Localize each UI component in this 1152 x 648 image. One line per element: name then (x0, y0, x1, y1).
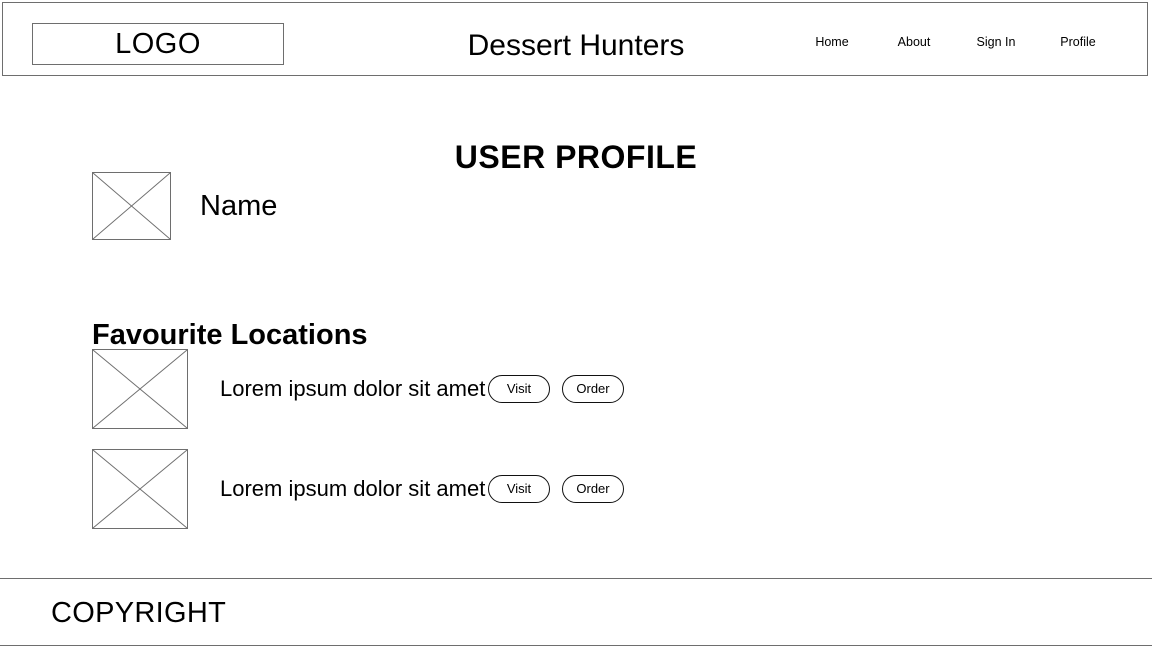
primary-navigation: Home About Sign In Profile (791, 36, 1119, 49)
location-name: Lorem ipsum dolor sit amet (220, 475, 486, 501)
order-button[interactable]: Order (562, 375, 624, 403)
main-content: USER PROFILE Name Favourite Locations Lo… (0, 77, 1152, 577)
nav-item-sign-in[interactable]: Sign In (955, 36, 1037, 49)
avatar-image-placeholder-icon (92, 172, 171, 240)
location-actions: Visit Order (488, 375, 624, 403)
favourite-locations-list: Lorem ipsum dolor sit amet Visit Order L… (92, 349, 792, 549)
location-name: Lorem ipsum dolor sit amet (220, 375, 486, 401)
location-actions: Visit Order (488, 475, 624, 503)
location-thumbnail-placeholder-icon (92, 449, 188, 529)
favourite-locations-heading: Favourite Locations (92, 319, 368, 352)
site-header: LOGO Dessert Hunters Home About Sign In … (2, 2, 1148, 76)
nav-item-home[interactable]: Home (791, 36, 873, 49)
visit-button[interactable]: Visit (488, 475, 550, 503)
site-footer: COPYRIGHT (0, 578, 1152, 646)
location-thumbnail-placeholder-icon (92, 349, 188, 429)
page-title: USER PROFILE (454, 139, 698, 176)
copyright-text: COPYRIGHT (51, 597, 227, 629)
profile-summary: Name (92, 172, 277, 240)
profile-name: Name (200, 189, 278, 222)
list-item: Lorem ipsum dolor sit amet Visit Order (92, 349, 792, 429)
list-item: Lorem ipsum dolor sit amet Visit Order (92, 449, 792, 529)
visit-button[interactable]: Visit (488, 375, 550, 403)
nav-item-profile[interactable]: Profile (1037, 36, 1119, 49)
order-button[interactable]: Order (562, 475, 624, 503)
nav-item-about[interactable]: About (873, 36, 955, 49)
